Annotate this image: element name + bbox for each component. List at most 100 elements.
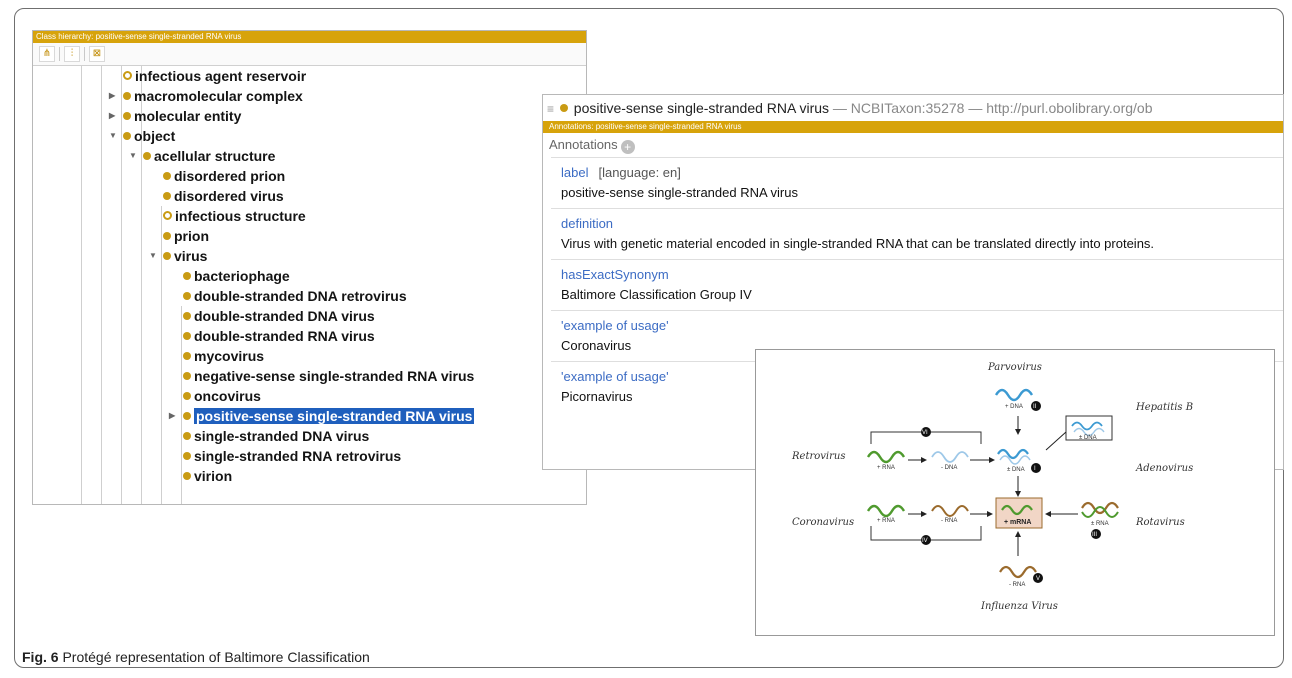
baltimore-diagram: Parvovirus Hepatitis B Retrovirus Adenov… bbox=[755, 349, 1275, 636]
expand-arrow-icon[interactable]: ▼ bbox=[149, 246, 157, 266]
tree-node[interactable]: ▼ acellular structure bbox=[129, 146, 275, 166]
tree-node-label: prion bbox=[174, 228, 209, 244]
tree-node[interactable]: ▶ macromolecular complex bbox=[109, 86, 303, 106]
svg-text:II: II bbox=[1033, 404, 1037, 410]
tree-node[interactable]: oncovirus bbox=[183, 386, 261, 406]
class-tree: infectious agent reservoir ▶ macromolecula… bbox=[33, 66, 586, 504]
class-icon bbox=[123, 132, 131, 140]
tree-node[interactable]: single-stranded DNA virus bbox=[183, 426, 369, 446]
collapse-arrow-icon[interactable]: ▶ bbox=[109, 86, 115, 106]
annotation-property-label: hasExactSynonym bbox=[561, 267, 669, 282]
entity-iri: — NCBITaxon:35278 — http://purl.obolibra… bbox=[832, 100, 1153, 116]
tree-node-label: disordered virus bbox=[174, 188, 284, 204]
minus-rna-strand-icon bbox=[999, 565, 1037, 579]
tree-node[interactable]: double-stranded DNA retrovirus bbox=[183, 286, 407, 306]
delete-icon[interactable]: ⊠ bbox=[89, 46, 105, 62]
label-pm-rna: ± RNA bbox=[1091, 521, 1109, 527]
label-pm-dna-hep: ± DNA bbox=[1079, 435, 1097, 441]
label-minus-rna: - RNA bbox=[941, 518, 957, 524]
class-icon bbox=[183, 472, 191, 480]
tree-node-selected[interactable]: ▶ positive-sense single-stranded RNA viru… bbox=[169, 406, 475, 426]
class-icon bbox=[163, 252, 171, 260]
svg-text:IV: IV bbox=[922, 538, 928, 544]
tree-node-label: mycovirus bbox=[194, 348, 265, 364]
annotations-section: Annotations + bbox=[543, 133, 1283, 157]
hierarchy-toolbar: ⋔ ⫶ ⊠ bbox=[33, 43, 586, 66]
tree-node-label: infectious agent reservoir bbox=[135, 68, 307, 84]
class-icon bbox=[123, 112, 131, 120]
drag-handle-icon[interactable]: ≡ bbox=[547, 102, 554, 116]
annotation-property-label: 'example of usage' bbox=[561, 318, 669, 333]
entity-title: positive-sense single-stranded RNA virus bbox=[573, 100, 830, 116]
expand-arrow-icon[interactable]: ▼ bbox=[109, 126, 117, 146]
collapse-arrow-icon[interactable]: ▶ bbox=[169, 406, 175, 426]
tree-node[interactable]: ▼ object bbox=[109, 126, 176, 146]
virus-name-retrovirus: Retrovirus bbox=[791, 451, 845, 462]
tree-node[interactable]: single-stranded RNA retrovirus bbox=[183, 446, 401, 466]
label-plus-rna-retro: + RNA bbox=[877, 465, 895, 471]
tree-node-label: double-stranded RNA virus bbox=[194, 328, 375, 344]
class-icon bbox=[163, 172, 171, 180]
tree-node[interactable]: negative-sense single-stranded RNA virus bbox=[183, 366, 474, 386]
class-icon bbox=[123, 92, 131, 100]
class-icon bbox=[183, 412, 191, 420]
tree-node-label: disordered prion bbox=[174, 168, 286, 184]
annotation-entry: definition Virus with genetic material en… bbox=[551, 208, 1283, 259]
svg-text:VI: VI bbox=[922, 430, 928, 436]
annotation-property[interactable]: definition bbox=[561, 215, 1283, 233]
class-icon bbox=[183, 392, 191, 400]
annotation-property[interactable]: 'example of usage' bbox=[561, 317, 1283, 335]
class-icon bbox=[183, 332, 191, 340]
class-icon bbox=[183, 312, 191, 320]
tree-node[interactable]: prion bbox=[163, 226, 209, 246]
label-mrna: + mRNA bbox=[1004, 519, 1031, 526]
tree-node-label: virus bbox=[174, 248, 208, 264]
annotation-entry: hasExactSynonym Baltimore Classification … bbox=[551, 259, 1283, 310]
label-pm-dna: ± DNA bbox=[1007, 467, 1025, 473]
annotation-value: Baltimore Classification Group IV bbox=[561, 287, 752, 302]
tree-node-label: positive-sense single-stranded RNA virus bbox=[194, 408, 475, 424]
tree-node[interactable]: infectious agent reservoir bbox=[123, 66, 306, 86]
annotations-label: Annotations bbox=[549, 137, 618, 152]
annotation-property-label: label bbox=[561, 165, 589, 180]
group-i-badge bbox=[1031, 463, 1041, 473]
virus-name-rotavirus: Rotavirus bbox=[1135, 517, 1185, 528]
annotation-property[interactable]: label [language: en] bbox=[561, 164, 1283, 182]
tree-node[interactable]: disordered prion bbox=[163, 166, 285, 186]
annotation-property[interactable]: hasExactSynonym bbox=[561, 266, 1283, 284]
virus-name-adenovirus: Adenovirus bbox=[1135, 463, 1193, 474]
class-icon bbox=[183, 372, 191, 380]
expand-arrow-icon[interactable]: ▼ bbox=[129, 146, 137, 166]
tree-node[interactable]: ▼ virus bbox=[149, 246, 208, 266]
tree-node[interactable]: mycovirus bbox=[183, 346, 264, 366]
class-icon bbox=[163, 211, 172, 220]
entity-header: ≡ positive-sense single-stranded RNA vir… bbox=[543, 95, 1283, 121]
corona-plus-rna-strand-icon bbox=[866, 504, 906, 518]
label-minus-rna-bottom: - RNA bbox=[1009, 582, 1025, 588]
tree-node-label: object bbox=[134, 128, 176, 144]
tree-node-label: double-stranded DNA virus bbox=[194, 308, 375, 324]
tree-node[interactable]: virion bbox=[183, 466, 232, 486]
class-icon bbox=[559, 104, 568, 112]
tree-node[interactable]: disordered virus bbox=[163, 186, 284, 206]
tree-node[interactable]: bacteriophage bbox=[183, 266, 290, 286]
plus-dna-strand-icon bbox=[994, 388, 1034, 402]
add-annotation-icon[interactable]: + bbox=[620, 140, 635, 154]
add-sibling-icon[interactable]: ⫶ bbox=[64, 46, 80, 62]
add-subclass-icon[interactable]: ⋔ bbox=[39, 46, 55, 62]
tree-node[interactable]: double-stranded DNA virus bbox=[183, 306, 375, 326]
label-plus-rna-corona: + RNA bbox=[877, 518, 895, 524]
class-icon bbox=[183, 352, 191, 360]
tree-node[interactable]: double-stranded RNA virus bbox=[183, 326, 375, 346]
tree-node[interactable]: ▶ molecular entity bbox=[109, 106, 241, 126]
caption-label: Fig. 6 bbox=[22, 649, 59, 665]
virus-name-parvovirus: Parvovirus bbox=[987, 362, 1042, 373]
tree-node[interactable]: infectious structure bbox=[163, 206, 306, 226]
class-icon bbox=[143, 152, 151, 160]
collapse-arrow-icon[interactable]: ▶ bbox=[109, 106, 115, 126]
class-icon bbox=[183, 452, 191, 460]
tree-node-label: virion bbox=[194, 468, 233, 484]
retro-plus-rna-strand-icon bbox=[866, 450, 906, 464]
tree-node-label: bacteriophage bbox=[194, 268, 290, 284]
figure-caption: Fig. 6 Protégé representation of Baltimo… bbox=[22, 649, 370, 665]
